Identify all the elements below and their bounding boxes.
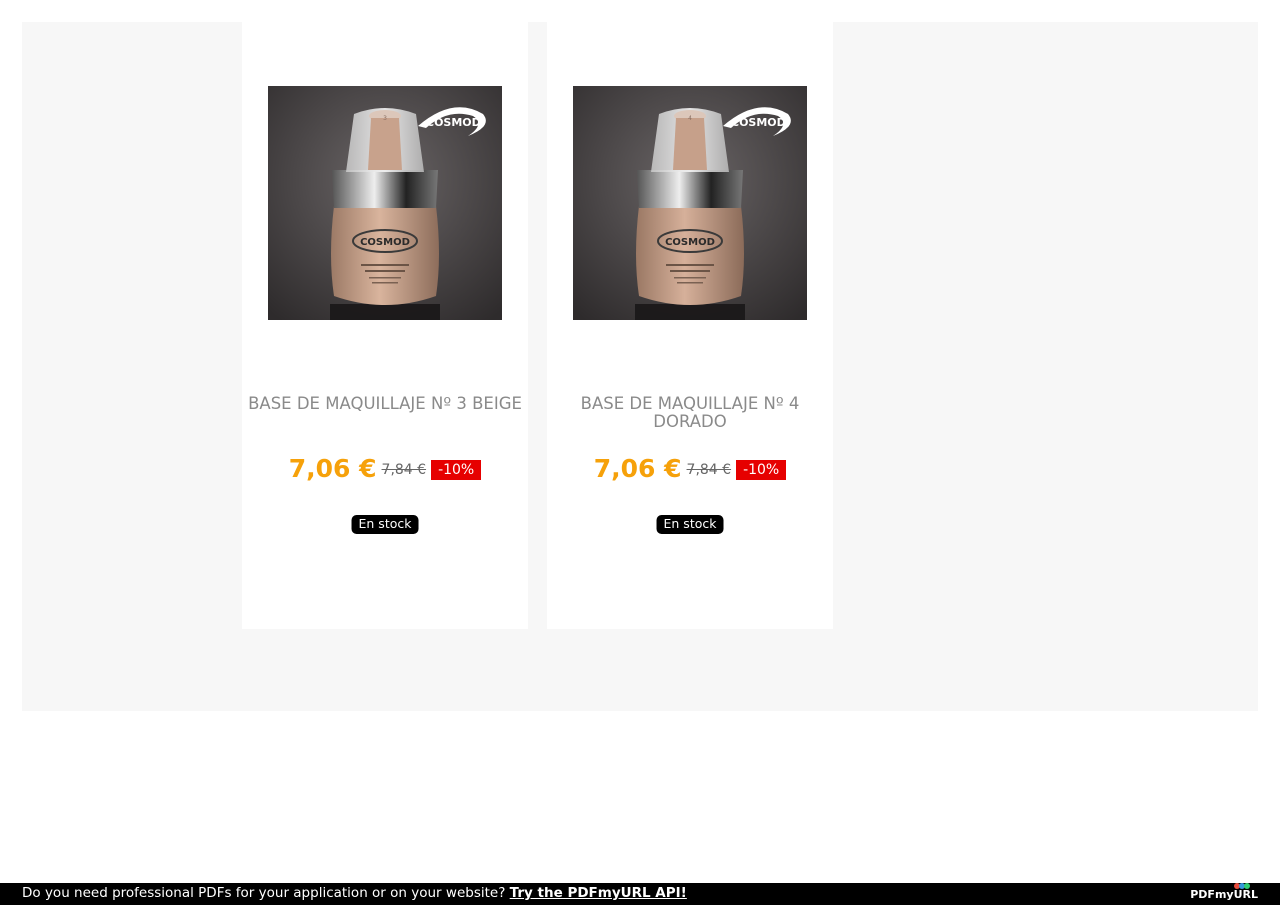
svg-text:COSMOD: COSMOD: [426, 116, 481, 129]
svg-text:COSMOD: COSMOD: [731, 116, 786, 129]
product-name[interactable]: BASE DE MAQUILLAJE Nº 3 BEIGE: [242, 395, 528, 413]
svg-text:3: 3: [383, 115, 387, 122]
price-row: 7,06 € 7,84 € -10%: [547, 452, 833, 484]
product-card: COSMOD 4 COSMOD BASE DE MAQUILLAJE Nº 4 …: [547, 22, 833, 629]
product-old-price: 7,84 €: [686, 462, 732, 478]
product-name[interactable]: BASE DE MAQUILLAJE Nº 4 DORADO: [547, 395, 833, 431]
footer-api-link[interactable]: Try the PDFmyURL API!: [510, 885, 687, 901]
pdfmyurl-logo[interactable]: PDFmyURL: [1190, 883, 1258, 904]
product-price: 7,06 €: [288, 453, 377, 483]
discount-badge: -10%: [736, 460, 787, 480]
svg-text:4: 4: [688, 115, 692, 122]
product-price: 7,06 €: [593, 453, 682, 483]
footer-text: Do you need professional PDFs for your a…: [22, 885, 510, 901]
pdf-footer-bar: Do you need professional PDFs for your a…: [0, 883, 1280, 905]
product-card: COSMOD 3 COSMOD BASE DE MAQUILLAJE Nº 3 …: [242, 22, 528, 629]
svg-text:COSMOD: COSMOD: [360, 237, 410, 248]
stock-badge: En stock: [351, 515, 419, 534]
product-image-link[interactable]: COSMOD 4 COSMOD: [573, 86, 807, 320]
product-image-link[interactable]: COSMOD 3 COSMOD: [268, 86, 502, 320]
footer-message: Do you need professional PDFs for your a…: [22, 883, 687, 904]
product-old-price: 7,84 €: [381, 462, 427, 478]
discount-badge: -10%: [431, 460, 482, 480]
foundation-bottle-image: COSMOD 4 COSMOD: [573, 86, 807, 320]
svg-text:COSMOD: COSMOD: [665, 237, 715, 248]
logo-dots-icon: [1234, 883, 1250, 890]
foundation-bottle-image: COSMOD 3 COSMOD: [268, 86, 502, 320]
stock-badge: En stock: [656, 515, 724, 534]
price-row: 7,06 € 7,84 € -10%: [242, 452, 528, 484]
